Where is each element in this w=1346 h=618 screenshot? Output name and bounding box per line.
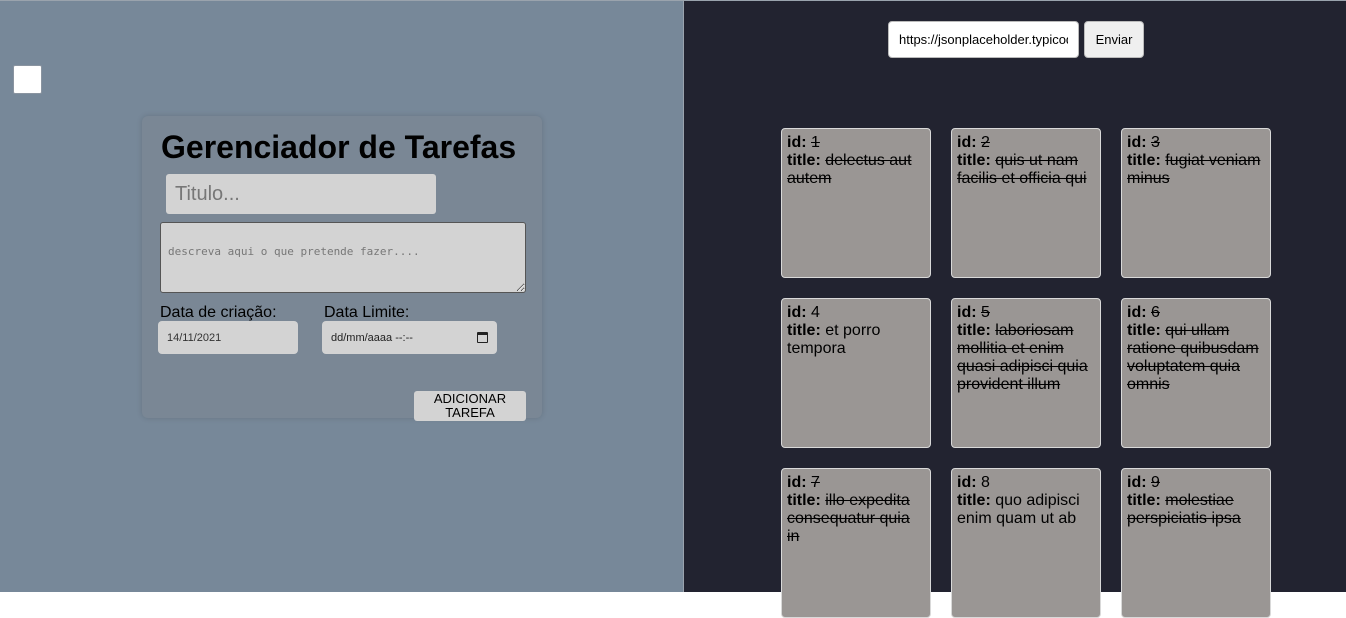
limit-date-label: Data Limite: — [324, 304, 410, 321]
pane-divider — [683, 0, 684, 592]
todo-id-value: 2 — [981, 134, 990, 151]
todo-title-label: title: — [957, 152, 991, 169]
todo-id-value: 4 — [811, 304, 820, 321]
todo-id-label: id: — [1127, 474, 1147, 491]
todo-id-line: id: 9 — [1127, 474, 1265, 492]
todo-title-line: title: qui ullam ratione quibusdam volup… — [1127, 322, 1265, 394]
todo-id-value: 7 — [811, 474, 820, 491]
limit-date-value: dd/mm/aaaa --:-- — [331, 331, 413, 344]
todo-id-value: 6 — [1151, 304, 1160, 321]
limit-date-field[interactable]: dd/mm/aaaa --:-- — [322, 321, 497, 354]
url-input[interactable] — [888, 21, 1079, 58]
todo-card[interactable]: id: 8 title: quo adipisci enim quam ut ab — [951, 468, 1101, 618]
todo-title-label: title: — [957, 492, 991, 509]
todo-id-line: id: 4 — [787, 304, 925, 322]
todo-id-value: 5 — [981, 304, 990, 321]
send-button[interactable]: Enviar — [1084, 21, 1144, 58]
toggle-checkbox[interactable] — [13, 65, 42, 94]
todo-card[interactable]: id: 3 title: fugiat veniam minus — [1121, 128, 1271, 278]
todo-id-label: id: — [957, 474, 977, 491]
todo-id-label: id: — [787, 134, 807, 151]
todo-title-line: title: et porro tempora — [787, 322, 925, 358]
todo-title-line: title: laboriosam mollitia et enim quasi… — [957, 322, 1095, 394]
todo-id-value: 1 — [811, 134, 820, 151]
todo-title-line: title: fugiat veniam minus — [1127, 152, 1265, 188]
task-title-input[interactable] — [166, 174, 436, 214]
todo-title-line: title: illo expedita consequatur quia in — [787, 492, 925, 546]
todo-id-line: id: 2 — [957, 134, 1095, 152]
todo-id-value: 8 — [981, 474, 990, 491]
todo-title-line: title: quo adipisci enim quam ut ab — [957, 492, 1095, 528]
todo-title-line: title: molestiae perspiciatis ipsa — [1127, 492, 1265, 528]
todo-title-label: title: — [1127, 152, 1161, 169]
todo-id-line: id: 5 — [957, 304, 1095, 322]
todo-id-line: id: 7 — [787, 474, 925, 492]
todo-id-line: id: 1 — [787, 134, 925, 152]
page-title: Gerenciador de Tarefas — [161, 129, 517, 165]
created-date-value: 14/11/2021 — [167, 331, 222, 344]
todo-card[interactable]: id: 2 title: quis ut nam facilis et offic… — [951, 128, 1101, 278]
todo-id-label: id: — [787, 304, 807, 321]
add-task-button[interactable]: ADICIONAR TAREFA — [414, 391, 526, 421]
created-date-field[interactable]: 14/11/2021 — [158, 321, 298, 354]
todo-id-label: id: — [1127, 304, 1147, 321]
todo-id-value: 9 — [1151, 474, 1160, 491]
todo-title-label: title: — [787, 152, 821, 169]
todo-id-label: id: — [787, 474, 807, 491]
todo-card[interactable]: id: 5 title: laboriosam mollitia et enim … — [951, 298, 1101, 448]
todo-title-label: title: — [957, 322, 991, 339]
todo-id-value: 3 — [1151, 134, 1160, 151]
todo-id-label: id: — [957, 304, 977, 321]
todo-card[interactable]: id: 7 title: illo expedita consequatur qu… — [781, 468, 931, 618]
todo-title-label: title: — [1127, 492, 1161, 509]
todo-id-line: id: 3 — [1127, 134, 1265, 152]
todo-card[interactable]: id: 1 title: delectus aut autem — [781, 128, 931, 278]
todo-title-label: title: — [787, 322, 821, 339]
created-date-label: Data de criação: — [160, 304, 277, 321]
calendar-icon[interactable] — [477, 332, 488, 343]
todo-id-label: id: — [957, 134, 977, 151]
todo-title-line: title: quis ut nam facilis et officia qu… — [957, 152, 1095, 188]
top-border — [0, 0, 1346, 1]
todo-card[interactable]: id: 9 title: molestiae perspiciatis ipsa — [1121, 468, 1271, 618]
todo-title-label: title: — [787, 492, 821, 509]
todo-id-label: id: — [1127, 134, 1147, 151]
todo-id-line: id: 8 — [957, 474, 1095, 492]
todo-id-line: id: 6 — [1127, 304, 1265, 322]
task-description-input[interactable] — [160, 222, 526, 293]
todo-card[interactable]: id: 6 title: qui ullam ratione quibusdam … — [1121, 298, 1271, 448]
todo-title-label: title: — [1127, 322, 1161, 339]
todo-card[interactable]: id: 4 title: et porro tempora — [781, 298, 931, 448]
todo-title-line: title: delectus aut autem — [787, 152, 925, 188]
